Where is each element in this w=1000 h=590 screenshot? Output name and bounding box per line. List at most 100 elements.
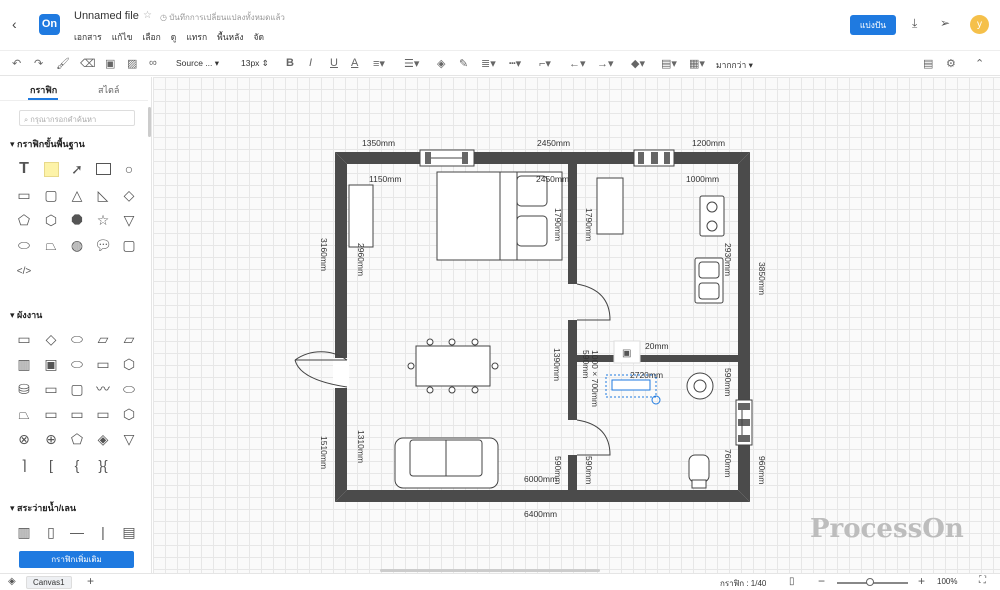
menu-view[interactable]: ดู: [171, 30, 177, 44]
map-icon[interactable]: ▯: [789, 576, 795, 587]
connector-icon[interactable]: ⌐▾: [539, 57, 551, 70]
trapezoid-shape[interactable]: ⏢: [42, 237, 60, 253]
decision-shape[interactable]: ◇: [42, 331, 60, 347]
predefined-process-shape[interactable]: ▥: [15, 356, 33, 372]
fullscreen-icon[interactable]: ⛶: [979, 575, 986, 586]
display-shape[interactable]: ⬭: [68, 356, 86, 372]
table-icon[interactable]: ▦▾: [689, 57, 705, 70]
format-panel-icon[interactable]: ▤: [923, 57, 933, 70]
offpage-ref-shape[interactable]: ⬠: [68, 431, 86, 447]
zoom-out-icon[interactable]: −: [818, 574, 825, 588]
card-flow-shape[interactable]: ▢: [68, 381, 86, 397]
rectangle-shape[interactable]: [94, 161, 112, 177]
diamond-shape[interactable]: ◇: [120, 187, 138, 203]
preparation-shape[interactable]: ⬡: [120, 356, 138, 372]
menu-background[interactable]: พื้นหลัง: [217, 30, 243, 44]
settings-icon[interactable]: ⚙: [946, 57, 956, 70]
clear-format-icon[interactable]: ⌫: [80, 57, 96, 70]
text-shape[interactable]: T: [15, 160, 33, 177]
align-icon[interactable]: ☰▾: [404, 57, 419, 70]
summing-junction-shape[interactable]: ⊗: [15, 431, 33, 447]
canvas-h-scrollbar[interactable]: [380, 569, 600, 572]
line-style-icon[interactable]: ┅▾: [509, 57, 521, 70]
manual-input-shape[interactable]: ▭: [94, 356, 112, 372]
menu-edit[interactable]: แก้ไข: [112, 30, 133, 44]
data-shape[interactable]: ▱: [120, 331, 138, 347]
font-size-select[interactable]: 13px ⇕: [241, 58, 269, 69]
tab-graphics[interactable]: กราฟิก: [30, 83, 57, 97]
image-icon[interactable]: ▣: [105, 57, 115, 70]
link-icon[interactable]: ∞: [149, 57, 157, 69]
rect-shape[interactable]: ▭: [15, 187, 33, 203]
italic-icon[interactable]: I: [309, 57, 312, 69]
underline-icon[interactable]: U: [330, 57, 338, 69]
document-shape[interactable]: ▱: [94, 331, 112, 347]
arrow-line-shape[interactable]: ➚: [68, 161, 86, 177]
delay-shape[interactable]: ▭: [42, 406, 60, 422]
hexagon-shape[interactable]: ⬡: [42, 212, 60, 228]
avatar[interactable]: y: [970, 15, 989, 34]
circle-shape[interactable]: ○: [120, 161, 138, 177]
zoom-level[interactable]: 100%: [937, 577, 957, 586]
process-shape[interactable]: ▭: [15, 331, 33, 347]
polygon-shape[interactable]: ⬭: [15, 237, 33, 253]
line-height-icon[interactable]: ≡▾: [373, 57, 385, 70]
layers-icon[interactable]: ◈: [8, 576, 16, 587]
picture-icon[interactable]: ▨: [127, 57, 137, 70]
off-page-shape[interactable]: ▭: [68, 406, 86, 422]
right-triangle-shape[interactable]: ◺: [94, 187, 112, 203]
align-objects-icon[interactable]: ▤▾: [661, 57, 677, 70]
tape-shape[interactable]: 〰: [94, 381, 112, 397]
section-swimlane[interactable]: ▾ สระว่ายน้ำ/เลน: [10, 501, 76, 515]
file-name[interactable]: Unnamed file: [74, 10, 139, 22]
add-canvas-icon[interactable]: +: [87, 574, 94, 588]
font-select[interactable]: Source ... ▾: [176, 58, 219, 69]
send-icon[interactable]: ➢: [940, 16, 950, 30]
lane-vertical-shape[interactable]: ▯: [42, 524, 60, 540]
terminator-shape[interactable]: ⬭: [68, 331, 86, 347]
end-arrow-icon[interactable]: →▾: [597, 57, 614, 70]
app-logo[interactable]: On: [39, 14, 60, 35]
redo-icon[interactable]: ↷: [34, 57, 43, 70]
star-icon[interactable]: ☆: [143, 10, 152, 21]
pool-shape[interactable]: ▥: [15, 524, 33, 540]
separator-h-shape[interactable]: —: [68, 524, 86, 540]
zoom-in-icon[interactable]: +: [918, 574, 925, 588]
font-color-icon[interactable]: A: [351, 57, 358, 69]
canvas[interactable]: ▣ 1350mm 2450mm 1200mm 1150mm 2450mm 100…: [153, 77, 1000, 573]
sidebar-scrollbar[interactable]: [148, 107, 151, 137]
manual-operation-shape[interactable]: ⏢: [15, 406, 33, 422]
menu-arrange[interactable]: จัด: [254, 30, 265, 44]
database-shape[interactable]: ⛁: [15, 381, 33, 397]
brace-shape[interactable]: {: [68, 457, 86, 473]
callout-shape[interactable]: 💬︎: [94, 237, 112, 253]
bracket-shape[interactable]: [: [42, 457, 60, 473]
rounded-rect-shape[interactable]: ▢: [42, 187, 60, 203]
merge-shape[interactable]: ▽: [120, 431, 138, 447]
start-arrow-icon[interactable]: ←▾: [569, 57, 586, 70]
section-basic[interactable]: ▾ กราฟิกขั้นพื้นฐาน: [10, 137, 85, 151]
zoom-knob[interactable]: [866, 578, 874, 586]
back-icon[interactable]: ‹: [12, 16, 17, 32]
line-width-icon[interactable]: ≣▾: [481, 57, 496, 70]
octagon-shape[interactable]: ⯃: [68, 212, 86, 228]
menu-document[interactable]: เอกสาร: [74, 30, 102, 44]
stored-data-shape[interactable]: ▭: [42, 381, 60, 397]
more-select[interactable]: มากกว่า ▾: [716, 58, 753, 72]
card-shape[interactable]: ▢: [120, 237, 138, 253]
display2-shape[interactable]: ▭: [94, 406, 112, 422]
floor-plan[interactable]: ▣ 1350mm 2450mm 1200mm 1150mm 2450mm 100…: [153, 77, 1000, 573]
collapse-icon[interactable]: ⌃: [975, 57, 984, 70]
fill-color-icon[interactable]: ◈: [437, 57, 445, 70]
share-button[interactable]: แบ่งปัน: [850, 15, 896, 35]
inverted-pentagon-shape[interactable]: ▽: [120, 212, 138, 228]
code-shape[interactable]: </>: [15, 263, 33, 279]
undo-icon[interactable]: ↶: [12, 57, 21, 70]
menu-insert[interactable]: แทรก: [186, 30, 207, 44]
triangle-shape[interactable]: △: [68, 187, 86, 203]
annotation-shape[interactable]: ⌉: [15, 457, 33, 473]
internal-storage-shape[interactable]: ▣: [42, 356, 60, 372]
more-graphics-button[interactable]: กราฟิกเพิ่มเติม: [19, 551, 134, 568]
note-shape[interactable]: [42, 161, 60, 177]
brace2-shape[interactable]: }{: [94, 457, 112, 473]
